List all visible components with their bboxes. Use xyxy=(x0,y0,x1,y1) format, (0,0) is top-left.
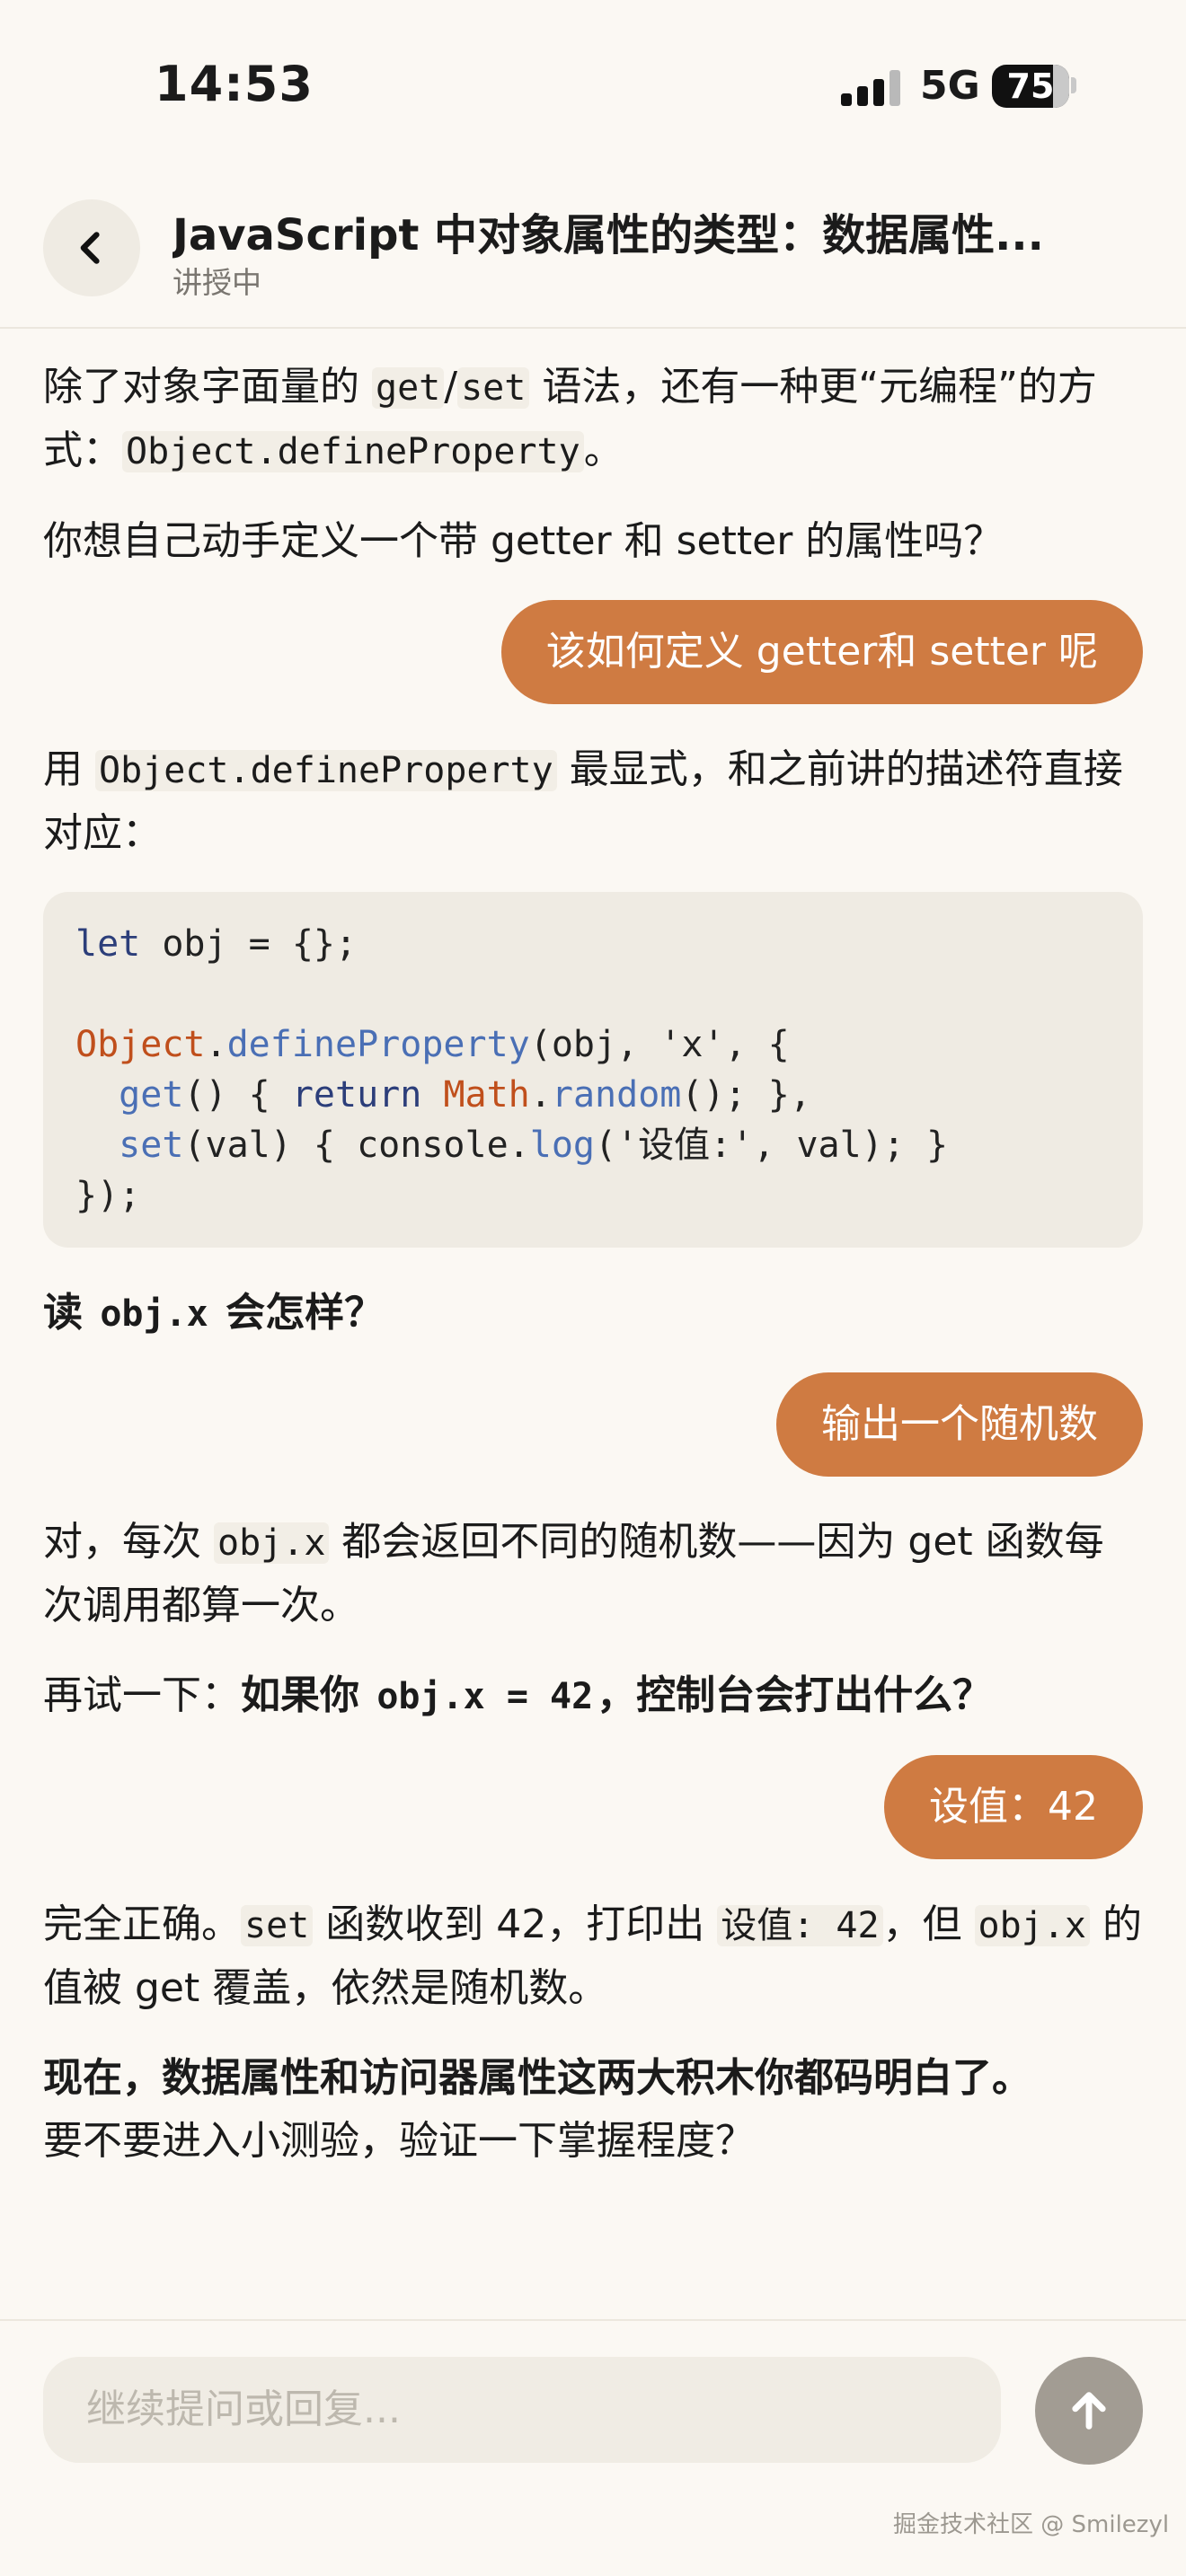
message-text: 函数收到 42，打印出 xyxy=(313,1901,718,1947)
code-class: Math xyxy=(443,1074,530,1116)
code-text: }); xyxy=(75,1175,141,1216)
message-text: 。 xyxy=(583,428,624,473)
user-message-bubble: 输出一个随机数 xyxy=(776,1372,1143,1477)
code-block: let obj = {}; Object.defineProperty(obj,… xyxy=(43,892,1143,1248)
message-text: 现在，数据属性和访问器属性这两大积木你都码明白了。 xyxy=(43,2055,1031,2101)
back-button[interactable] xyxy=(43,199,140,296)
assistant-message: 用 Object.defineProperty 最显式，和之前讲的描述符直接对应… xyxy=(43,738,1143,865)
code-keyword: let xyxy=(75,923,141,965)
signal-icon xyxy=(841,70,900,106)
code-text: (); }, xyxy=(681,1074,811,1116)
assistant-message: 读 obj.x 会怎样？ xyxy=(43,1282,1143,1345)
inline-code: obj.x xyxy=(214,1522,330,1564)
code-function: set xyxy=(119,1125,184,1166)
inline-code: obj.x xyxy=(100,1293,208,1335)
code-function: log xyxy=(529,1125,595,1166)
status-bar: 14:53 5G 75 xyxy=(0,0,1186,162)
watermark: 掘金技术社区 @ Smilezyl xyxy=(893,2511,1170,2538)
assistant-message: 完全正确。 set 函数收到 42，打印出 设值: 42，但 obj.x 的值被 … xyxy=(43,1893,1143,2020)
inline-code: Object.defineProperty xyxy=(122,431,584,472)
user-message-row: 设值：42 xyxy=(43,1755,1143,1859)
page-subtitle: 讲授中 xyxy=(173,265,261,300)
send-button[interactable] xyxy=(1035,2357,1143,2465)
assistant-message: 现在，数据属性和访问器属性这两大积木你都码明白了。 要不要进入小测验，验证一下掌握… xyxy=(43,2047,1143,2173)
message-text: 对，每次 xyxy=(43,1519,214,1565)
message-text: ，控制台会打出什么？ xyxy=(597,1672,993,1718)
inline-code: set xyxy=(241,1905,314,1946)
code-function: get xyxy=(119,1074,184,1116)
code-text: (obj, 'x', { xyxy=(529,1024,790,1065)
battery-icon: 75 xyxy=(992,65,1069,108)
reply-input[interactable]: 继续提问或回复... xyxy=(43,2357,1001,2463)
inline-code: set xyxy=(457,367,530,409)
message-text: 读 xyxy=(43,1290,97,1336)
code-text: (val) { console. xyxy=(183,1125,530,1166)
code-text: () { xyxy=(183,1074,292,1116)
message-text: ，但 xyxy=(882,1901,975,1947)
inline-code: Object.defineProperty xyxy=(95,750,557,791)
code-function: defineProperty xyxy=(226,1024,530,1065)
chat-screen: 14:53 5G 75 JavaScript 中对象属性的类型：数据属性... … xyxy=(0,0,1186,2576)
message-list: 除了对象字面量的 get/set 语法，还有一种更“元编程”的方式： Object… xyxy=(43,329,1143,2200)
message-text: 会怎样？ xyxy=(211,1290,385,1336)
user-message-bubble: 该如何定义 getter和 setter 呢 xyxy=(500,600,1143,704)
assistant-message: 对，每次 obj.x 都会返回不同的随机数——因为 get 函数每次调用都算一次… xyxy=(43,1511,1143,1637)
composer: 继续提问或回复... 掘金技术社区 @ Smilezyl xyxy=(0,2319,1186,2576)
page-title: JavaScript 中对象属性的类型：数据属性... xyxy=(173,210,1044,260)
code-text: . xyxy=(205,1024,227,1065)
message-text: 要不要进入小测验，验证一下掌握程度？ xyxy=(43,2118,755,2164)
user-message-bubble: 设值：42 xyxy=(884,1755,1143,1859)
assistant-message: 再试一下：如果你 obj.x = 42，控制台会打出什么？ xyxy=(43,1664,1143,1728)
assistant-message: 你想自己动手定义一个带 getter 和 setter 的属性吗？ xyxy=(43,518,1004,564)
inline-code: obj.x xyxy=(974,1905,1090,1946)
message-text: 用 xyxy=(43,746,95,792)
inline-code: get xyxy=(372,367,445,409)
code-text: . xyxy=(529,1074,552,1116)
code-text: obj = {}; xyxy=(140,923,358,965)
inline-code: 设值: 42 xyxy=(717,1905,883,1946)
chevron-left-icon xyxy=(80,232,100,264)
message-text: 除了对象字面量的 xyxy=(43,364,372,410)
message-text: 再试一下： xyxy=(43,1672,241,1718)
user-message-row: 该如何定义 getter和 setter 呢 xyxy=(43,600,1143,704)
status-time: 14:53 xyxy=(155,56,314,112)
chat-header: JavaScript 中对象属性的类型：数据属性... 讲授中 xyxy=(0,180,1186,329)
network-type: 5G xyxy=(920,63,980,109)
user-message-row: 输出一个随机数 xyxy=(43,1372,1143,1477)
arrow-up-icon xyxy=(1072,2392,1106,2430)
code-class: Object xyxy=(75,1024,206,1065)
code-function: random xyxy=(551,1074,682,1116)
code-keyword: return xyxy=(291,1074,422,1116)
inline-code: obj.x = 42 xyxy=(376,1676,594,1717)
assistant-message: 除了对象字面量的 get/set 语法，还有一种更“元编程”的方式： Object… xyxy=(43,356,1143,483)
battery-level: 75 xyxy=(1006,66,1055,106)
battery-tip xyxy=(1071,77,1076,93)
message-text: 完全正确。 xyxy=(43,1901,241,1947)
message-text: 如果你 xyxy=(241,1672,374,1718)
message-text: / xyxy=(444,364,458,410)
code-text: ('设值:', val); } xyxy=(594,1125,949,1166)
